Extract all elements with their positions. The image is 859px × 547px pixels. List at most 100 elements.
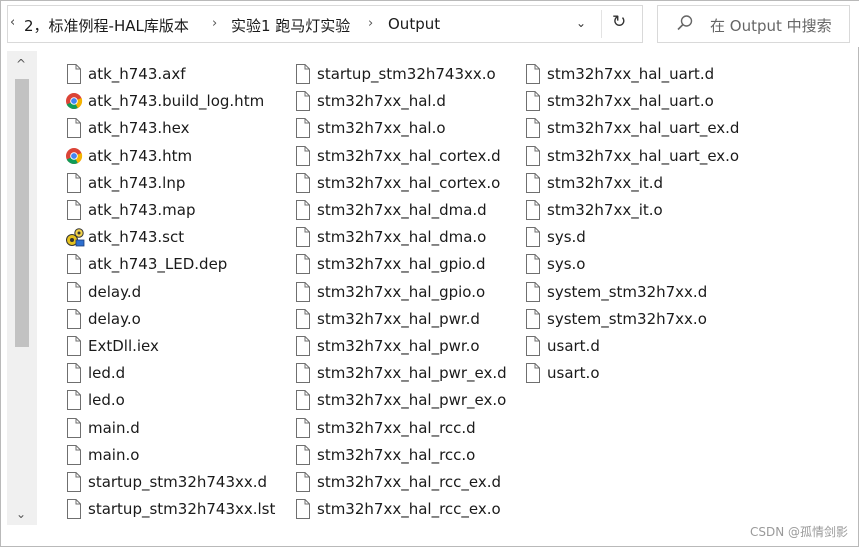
file-item[interactable]: atk_h743.build_log.htm (65, 88, 264, 114)
file-item[interactable]: atk_h743.htm (65, 143, 192, 169)
file-item[interactable]: atk_h743.axf (65, 61, 186, 87)
file-name[interactable]: system_stm32h7xx.d (547, 282, 707, 302)
scroll-thumb[interactable] (15, 79, 29, 347)
file-item[interactable]: sys.d (524, 224, 586, 250)
file-name[interactable]: startup_stm32h743xx.lst (88, 499, 275, 519)
search-box[interactable]: 在 Output 中搜索 (657, 5, 850, 43)
file-item[interactable]: stm32h7xx_hal_cortex.o (294, 170, 500, 196)
file-name[interactable]: stm32h7xx_hal_rcc_ex.d (317, 472, 501, 492)
file-name[interactable]: atk_h743.build_log.htm (88, 91, 264, 111)
file-item[interactable]: stm32h7xx_hal_pwr.d (294, 306, 480, 332)
file-name[interactable]: stm32h7xx_hal_uart.o (547, 91, 714, 111)
file-name[interactable]: atk_h743.sct (88, 227, 184, 247)
file-name[interactable]: stm32h7xx_hal.o (317, 118, 446, 138)
file-item[interactable]: stm32h7xx_hal_rcc_ex.o (294, 496, 501, 522)
file-name[interactable]: stm32h7xx_hal_dma.d (317, 200, 487, 220)
file-item[interactable]: atk_h743.sct (65, 224, 184, 250)
file-item[interactable]: stm32h7xx_it.o (524, 197, 663, 223)
file-item[interactable]: startup_stm32h743xx.lst (65, 496, 275, 522)
address-bar[interactable]: ‹ 2，标准例程-HAL库版本 › 实验1 跑马灯实验 › Output ⌄ ↻ (7, 5, 643, 43)
file-item[interactable]: stm32h7xx_hal_uart.o (524, 88, 714, 114)
file-item[interactable]: stm32h7xx_hal.o (294, 115, 446, 141)
breadcrumb-output[interactable]: Output (388, 15, 440, 33)
file-item[interactable]: stm32h7xx_hal_pwr_ex.o (294, 387, 506, 413)
file-item[interactable]: stm32h7xx_hal_rcc_ex.d (294, 469, 501, 495)
search-placeholder[interactable]: 在 Output 中搜索 (710, 15, 832, 36)
file-item[interactable]: delay.d (65, 279, 141, 305)
file-name[interactable]: sys.d (547, 227, 586, 247)
file-name[interactable]: atk_h743.lnp (88, 173, 185, 193)
file-name[interactable]: stm32h7xx_hal_gpio.d (317, 254, 485, 274)
file-item[interactable]: ExtDll.iex (65, 333, 159, 359)
file-name[interactable]: main.o (88, 445, 139, 465)
file-name[interactable]: atk_h743.hex (88, 118, 190, 138)
file-item[interactable]: stm32h7xx_hal_pwr_ex.d (294, 360, 507, 386)
overflow-chevron-icon[interactable]: ‹ (10, 15, 15, 30)
file-item[interactable]: usart.d (524, 333, 600, 359)
file-name[interactable]: stm32h7xx_hal_pwr_ex.d (317, 363, 507, 383)
file-item[interactable]: stm32h7xx_hal_cortex.d (294, 143, 501, 169)
file-name[interactable]: usart.o (547, 363, 600, 383)
file-item[interactable]: system_stm32h7xx.d (524, 279, 707, 305)
file-name[interactable]: stm32h7xx_hal_uart_ex.o (547, 146, 739, 166)
file-item[interactable]: stm32h7xx_hal_rcc.o (294, 442, 475, 468)
file-name[interactable]: atk_h743.axf (88, 64, 186, 84)
file-name[interactable]: stm32h7xx_hal_gpio.o (317, 282, 485, 302)
file-name[interactable]: stm32h7xx_hal_rcc_ex.o (317, 499, 501, 519)
file-item[interactable]: system_stm32h7xx.o (524, 306, 707, 332)
scroll-up-icon[interactable]: ^ (16, 57, 26, 71)
file-name[interactable]: stm32h7xx_it.o (547, 200, 663, 220)
file-name[interactable]: system_stm32h7xx.o (547, 309, 707, 329)
file-item[interactable]: startup_stm32h743xx.d (65, 469, 267, 495)
file-name[interactable]: stm32h7xx_hal_pwr_ex.o (317, 390, 506, 410)
file-name[interactable]: led.d (88, 363, 125, 383)
vertical-scrollbar[interactable]: ^ ⌄ (7, 51, 37, 525)
file-name[interactable]: startup_stm32h743xx.d (88, 472, 267, 492)
file-item[interactable]: usart.o (524, 360, 600, 386)
file-name[interactable]: main.d (88, 418, 140, 438)
file-item[interactable]: led.d (65, 360, 125, 386)
file-item[interactable]: atk_h743.map (65, 197, 196, 223)
file-item[interactable]: led.o (65, 387, 125, 413)
breadcrumb-separator-icon[interactable]: › (212, 16, 217, 31)
file-name[interactable]: atk_h743_LED.dep (88, 254, 227, 274)
file-item[interactable]: atk_h743.lnp (65, 170, 185, 196)
file-item[interactable]: stm32h7xx_hal_uart.d (524, 61, 714, 87)
file-name[interactable]: startup_stm32h743xx.o (317, 64, 496, 84)
file-name[interactable]: stm32h7xx_hal_pwr.d (317, 309, 480, 329)
file-item[interactable]: stm32h7xx_hal.d (294, 88, 446, 114)
file-item[interactable]: sys.o (524, 251, 585, 277)
file-item[interactable]: startup_stm32h743xx.o (294, 61, 496, 87)
file-item[interactable]: stm32h7xx_hal_uart_ex.d (524, 115, 739, 141)
file-item[interactable]: atk_h743_LED.dep (65, 251, 227, 277)
file-name[interactable]: stm32h7xx_hal_cortex.o (317, 173, 500, 193)
file-item[interactable]: stm32h7xx_hal_gpio.d (294, 251, 485, 277)
file-name[interactable]: stm32h7xx_hal_rcc.o (317, 445, 475, 465)
file-name[interactable]: atk_h743.map (88, 200, 196, 220)
file-item[interactable]: stm32h7xx_hal_uart_ex.o (524, 143, 739, 169)
scroll-down-icon[interactable]: ⌄ (16, 507, 26, 521)
file-name[interactable]: ExtDll.iex (88, 336, 159, 356)
refresh-icon[interactable]: ↻ (612, 12, 626, 32)
breadcrumb-separator-icon[interactable]: › (368, 16, 373, 31)
file-name[interactable]: stm32h7xx_hal_pwr.o (317, 336, 480, 356)
file-name[interactable]: stm32h7xx_hal_uart.d (547, 64, 714, 84)
file-name[interactable]: atk_h743.htm (88, 146, 192, 166)
file-name[interactable]: stm32h7xx_hal_dma.o (317, 227, 486, 247)
breadcrumb-led-experiment[interactable]: 实验1 跑马灯实验 (231, 15, 350, 36)
address-history-dropdown-icon[interactable]: ⌄ (576, 16, 586, 30)
file-name[interactable]: sys.o (547, 254, 585, 274)
file-name[interactable]: stm32h7xx_hal_rcc.d (317, 418, 476, 438)
breadcrumb-hal-examples[interactable]: 2，标准例程-HAL库版本 (24, 15, 189, 36)
file-name[interactable]: stm32h7xx_it.d (547, 173, 663, 193)
file-item[interactable]: stm32h7xx_it.d (524, 170, 663, 196)
file-name[interactable]: stm32h7xx_hal_cortex.d (317, 146, 501, 166)
file-item[interactable]: main.o (65, 442, 139, 468)
file-item[interactable]: stm32h7xx_hal_pwr.o (294, 333, 480, 359)
file-item[interactable]: stm32h7xx_hal_rcc.d (294, 415, 476, 441)
file-name[interactable]: stm32h7xx_hal.d (317, 91, 446, 111)
file-name[interactable]: led.o (88, 390, 125, 410)
file-item[interactable]: main.d (65, 415, 140, 441)
file-item[interactable]: stm32h7xx_hal_dma.o (294, 224, 486, 250)
file-item[interactable]: stm32h7xx_hal_dma.d (294, 197, 487, 223)
